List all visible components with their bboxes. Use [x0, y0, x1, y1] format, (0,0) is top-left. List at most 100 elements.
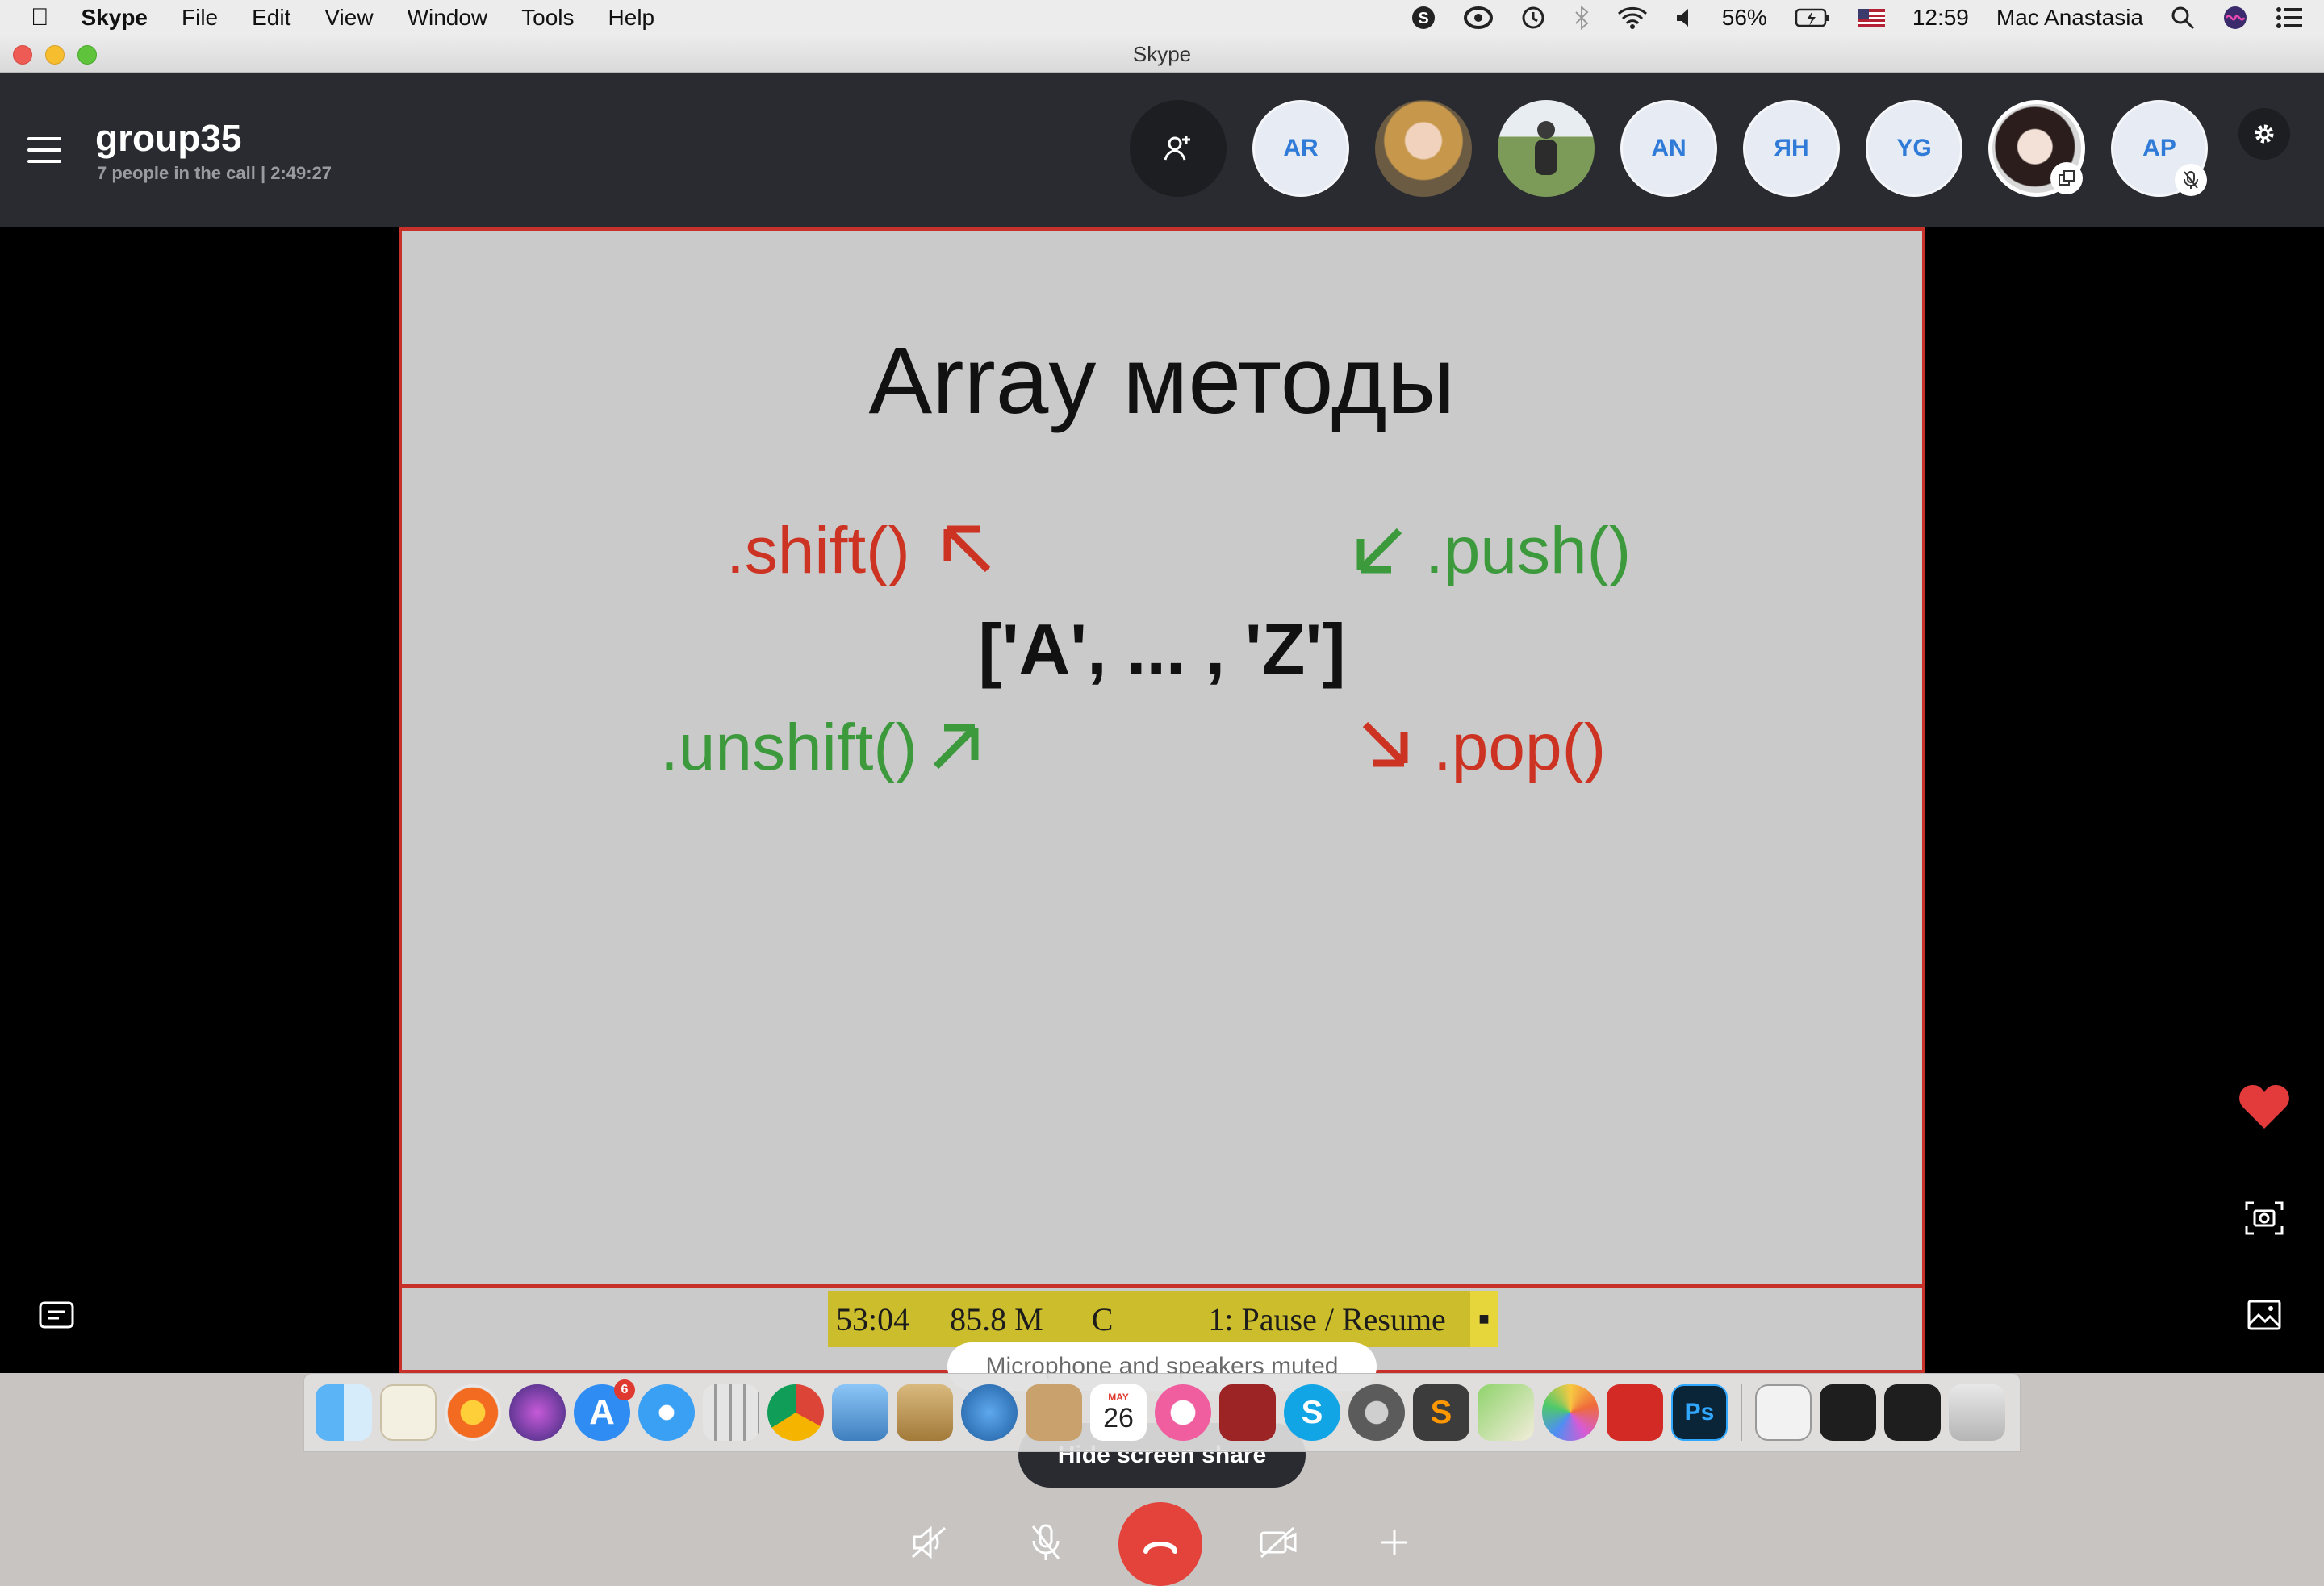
clock[interactable]: 12:59	[1912, 5, 1969, 31]
menu-help[interactable]: Help	[608, 5, 655, 31]
slide-title: Array методы	[868, 328, 1456, 434]
arrow-up-right-icon	[933, 724, 979, 770]
skype-status-icon[interactable]: S	[1411, 5, 1436, 31]
minimized-window-1[interactable]	[1755, 1384, 1812, 1441]
siri-dock-icon[interactable]	[509, 1384, 566, 1441]
participant-avatar-photo-2[interactable]	[1498, 100, 1595, 197]
hamburger-menu-icon[interactable]	[27, 137, 61, 163]
participant-avatar-an[interactable]: AN	[1620, 100, 1717, 197]
video-off-button[interactable]	[1254, 1518, 1302, 1567]
gallery-button[interactable]	[2238, 1289, 2290, 1341]
finder-icon[interactable]	[316, 1384, 372, 1441]
recorder-stop-icon[interactable]: ■	[1470, 1291, 1498, 1347]
screen-recorder-bar[interactable]: 53:04 85.8 M C 1: Pause / Resume ■	[828, 1291, 1498, 1347]
preview-icon[interactable]	[380, 1384, 437, 1441]
app-menu[interactable]: Skype	[82, 5, 148, 31]
array-literal: ['A', ... , 'Z']	[978, 609, 1346, 689]
app-store-badge: 6	[614, 1379, 635, 1400]
participant-avatar-yah[interactable]: ЯН	[1743, 100, 1840, 197]
add-participant-button[interactable]	[1130, 100, 1227, 197]
app-store-glyph: A	[589, 1392, 615, 1432]
battery-percent[interactable]: 56%	[1722, 5, 1767, 31]
minimized-window-3[interactable]	[1884, 1384, 1941, 1441]
apple-menu-icon[interactable]: 	[31, 4, 49, 31]
time-machine-icon[interactable]	[1520, 5, 1546, 31]
itunes-icon[interactable]	[1155, 1384, 1211, 1441]
launchpad-icon[interactable]	[703, 1384, 759, 1441]
skype-glyph: S	[1301, 1394, 1323, 1430]
menu-edit[interactable]: Edit	[252, 5, 290, 31]
recorder-time: 53:04	[836, 1300, 910, 1338]
add-person-icon	[1164, 136, 1190, 161]
video-off-icon	[1260, 1526, 1297, 1559]
volume-icon[interactable]	[1675, 7, 1695, 28]
unshift-label: .unshift()	[660, 715, 917, 781]
flag-icon[interactable]	[1857, 9, 1885, 27]
unshift-text: .unshift()	[660, 711, 917, 784]
contacts-icon[interactable]	[1026, 1384, 1082, 1441]
siri-icon[interactable]	[2222, 5, 2248, 31]
reaction-heart-button[interactable]	[2238, 1081, 2290, 1133]
menu-view[interactable]: View	[324, 5, 373, 31]
snapshot-button[interactable]	[2238, 1192, 2290, 1244]
menu-tools[interactable]: Tools	[521, 5, 574, 31]
add-button[interactable]	[1370, 1518, 1419, 1567]
screen-share-badge-icon	[2050, 162, 2083, 194]
photo-booth-icon[interactable]	[1219, 1384, 1276, 1441]
speaker-muted-button[interactable]	[905, 1518, 954, 1567]
mail-icon[interactable]	[832, 1384, 888, 1441]
arrow-down-right-icon	[1362, 721, 1408, 767]
sublime-text-icon[interactable]: S	[1413, 1384, 1469, 1441]
notification-center-icon[interactable]	[2276, 6, 2303, 29]
safari-icon[interactable]	[638, 1384, 695, 1441]
shared-screen: Array методы .shift() .push() ['A', ... …	[399, 227, 1925, 1373]
maps-icon[interactable]	[1478, 1384, 1534, 1441]
calendar-icon[interactable]: MAY 26	[1090, 1384, 1147, 1441]
app-store-icon[interactable]: A 6	[574, 1379, 635, 1441]
settings-button[interactable]	[2238, 108, 2290, 160]
recorder-hotkey: 1: Pause / Resume	[1208, 1300, 1446, 1338]
photos-icon[interactable]	[1542, 1384, 1599, 1441]
creative-cloud-icon[interactable]	[1607, 1384, 1663, 1441]
chat-button[interactable]	[31, 1289, 82, 1341]
arrow-up-left-icon	[943, 525, 991, 573]
chrome-icon[interactable]	[767, 1384, 824, 1441]
recorder-size: 85.8 M	[950, 1300, 1043, 1338]
system-preferences-icon[interactable]	[1348, 1384, 1405, 1441]
participant-avatar-photo-1[interactable]	[1375, 100, 1472, 197]
bluetooth-icon[interactable]	[1574, 6, 1590, 30]
calendar-day: 26	[1103, 1402, 1134, 1434]
firefox-icon[interactable]	[445, 1384, 501, 1441]
plus-icon	[1381, 1530, 1407, 1555]
spotlight-search-icon[interactable]	[2171, 6, 2195, 30]
participant-initials-ap: AP	[2142, 135, 2176, 161]
window-title-bar: Skype	[0, 35, 2324, 73]
image-icon	[2247, 1300, 2281, 1330]
mic-muted-button[interactable]	[1022, 1518, 1070, 1567]
trash-icon[interactable]	[1949, 1384, 2005, 1441]
person-silhouette-icon	[1535, 121, 1557, 175]
participant-avatar-photo-3[interactable]	[1988, 100, 2085, 197]
creative-cloud-status-icon[interactable]	[1463, 6, 1493, 30]
end-call-button[interactable]	[1118, 1502, 1202, 1586]
wifi-icon[interactable]	[1617, 6, 1648, 29]
recording-frame-divider	[402, 1284, 1922, 1288]
photoshop-icon[interactable]: Ps	[1671, 1384, 1728, 1441]
participant-avatar-ar[interactable]: AR	[1252, 100, 1349, 197]
recorder-c: C	[1091, 1300, 1114, 1338]
minimized-window-2[interactable]	[1820, 1384, 1876, 1441]
user-name[interactable]: Mac Anastasia	[1996, 5, 2143, 31]
participant-avatar-yg[interactable]: YG	[1866, 100, 1962, 197]
menu-window[interactable]: Window	[408, 5, 488, 31]
call-info: 7 people in the call | 2:49:27	[97, 163, 332, 183]
battery-icon[interactable]	[1795, 7, 1830, 28]
files-icon[interactable]	[897, 1384, 953, 1441]
heart-icon	[2239, 1085, 2289, 1129]
svg-text:S: S	[1418, 10, 1428, 27]
participant-avatar-ap[interactable]: AP	[2111, 100, 2208, 197]
sublime-glyph: S	[1430, 1394, 1452, 1430]
menu-file[interactable]: File	[182, 5, 218, 31]
cyberduck-icon[interactable]	[961, 1384, 1018, 1441]
push-label: .push()	[1425, 518, 1631, 584]
skype-dock-icon[interactable]: S	[1284, 1384, 1340, 1441]
